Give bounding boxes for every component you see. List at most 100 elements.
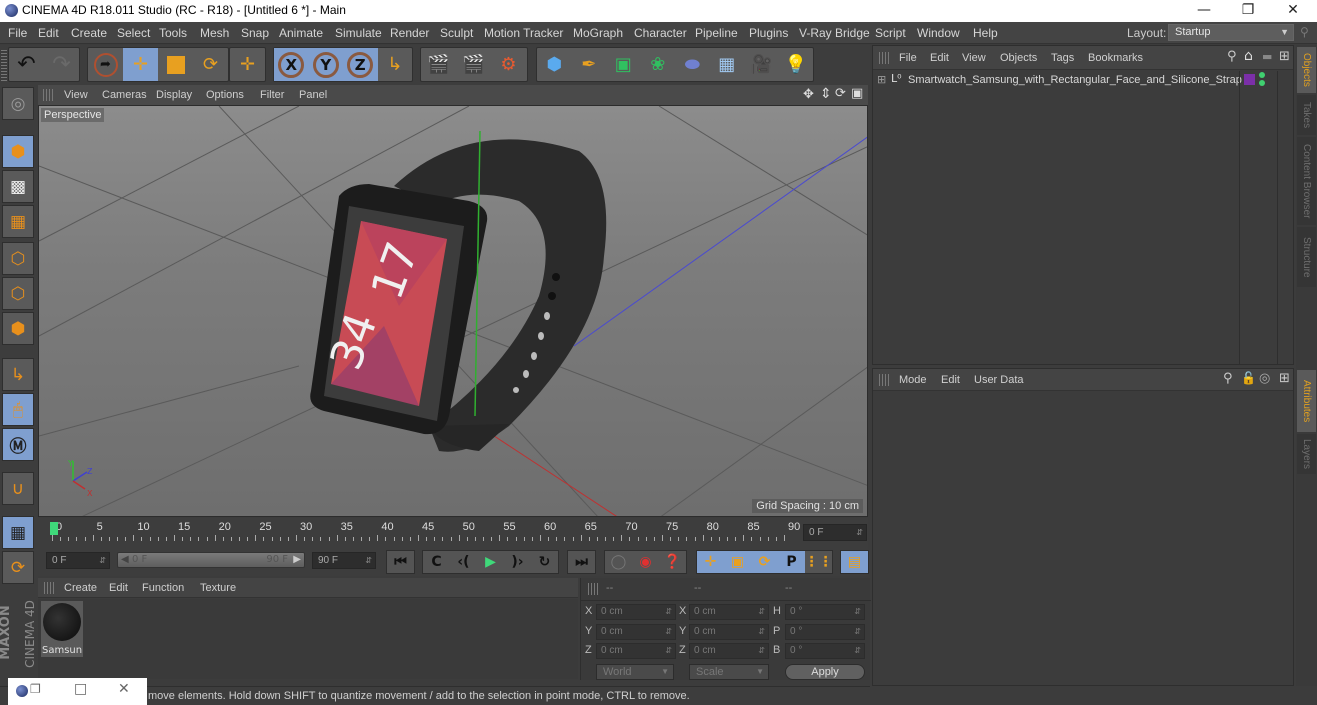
objects-menu-tags[interactable]: Tags: [1051, 52, 1074, 64]
record-scale-icon[interactable]: ▣: [724, 551, 751, 573]
close-button[interactable]: ✕: [1270, 0, 1316, 22]
camera-icon[interactable]: 🎥: [744, 48, 779, 81]
menu-snap[interactable]: Snap: [241, 26, 269, 40]
attributes-menu-mode[interactable]: Mode: [899, 374, 927, 386]
menu-mograph[interactable]: MoGraph: [573, 26, 623, 40]
workplane-mode-icon[interactable]: ▦: [2, 205, 34, 238]
coordinate-system-icon[interactable]: ↳: [378, 48, 413, 81]
spinner-icon[interactable]: ⇵: [99, 553, 106, 568]
menu-edit[interactable]: Edit: [38, 26, 59, 40]
material-menu-create[interactable]: Create: [64, 582, 97, 594]
menu-pipeline[interactable]: Pipeline: [695, 26, 738, 40]
minimize-button[interactable]: —: [1181, 0, 1227, 22]
rotation-p-field[interactable]: 0 ° ⇵: [785, 624, 865, 640]
axis-mode-icon[interactable]: ↳: [2, 358, 34, 391]
x-axis-lock-icon[interactable]: X: [274, 48, 309, 81]
coordinate-mode-select[interactable]: Scale ▼: [689, 664, 769, 680]
record-point-level-icon[interactable]: ⋮⋮: [805, 551, 833, 573]
pen-spline-icon[interactable]: ✒: [572, 48, 607, 81]
search-icon[interactable]: ⚲: [1300, 25, 1309, 39]
viewport-menu-display[interactable]: Display: [156, 89, 192, 101]
cube-icon[interactable]: ⬢: [537, 48, 572, 81]
viewport-menu-filter[interactable]: Filter: [260, 89, 284, 101]
polygons-mode-icon[interactable]: ⬢: [2, 312, 34, 345]
tab-structure[interactable]: Structure: [1297, 227, 1316, 287]
menu-select[interactable]: Select: [117, 26, 150, 40]
rotate-view-icon[interactable]: ⟳: [835, 86, 846, 101]
toggle-view-icon[interactable]: ▣: [851, 86, 863, 101]
layout-select[interactable]: Startup ▼: [1168, 24, 1294, 41]
size-y-field[interactable]: 0 cm ⇵: [689, 624, 769, 640]
next-key-icon[interactable]: ↻: [531, 551, 558, 573]
spinner-icon[interactable]: ⇵: [758, 605, 765, 619]
tab-content-browser[interactable]: Content Browser: [1297, 137, 1316, 225]
restore-button[interactable]: ❐: [1225, 0, 1271, 22]
previous-key-icon[interactable]: C: [423, 551, 450, 573]
light-icon[interactable]: 💡: [779, 48, 814, 81]
tab-layers[interactable]: Layers: [1297, 434, 1316, 474]
points-mode-icon[interactable]: ⬡: [2, 242, 34, 275]
recent-tool-icon[interactable]: ✛: [230, 48, 265, 81]
menu-script[interactable]: Script: [875, 26, 906, 40]
menu-tools[interactable]: Tools: [159, 26, 187, 40]
y-axis-lock-icon[interactable]: Y: [308, 48, 343, 81]
search-icon[interactable]: ⚲: [1223, 371, 1233, 386]
next-frame-icon[interactable]: )›: [504, 551, 531, 573]
current-frame-field[interactable]: 0 F ⇵: [803, 524, 867, 541]
redo-icon[interactable]: ↷: [44, 48, 79, 81]
menu-animate[interactable]: Animate: [279, 26, 323, 40]
play-icon[interactable]: ▶: [477, 551, 504, 573]
record-rotation-icon[interactable]: ⟳: [751, 551, 778, 573]
viewport-menu-cameras[interactable]: Cameras: [102, 89, 147, 101]
viewport-grip[interactable]: [43, 89, 55, 101]
home-icon[interactable]: ⌂: [1244, 48, 1253, 64]
camera-label[interactable]: Perspective: [41, 108, 105, 122]
expand-icon[interactable]: ⊞: [877, 73, 886, 86]
snap-icon[interactable]: ∪: [2, 472, 34, 505]
menu-vray-bridge[interactable]: V-Ray Bridge: [799, 26, 870, 40]
lock-icon[interactable]: 🔓: [1241, 371, 1256, 385]
spinner-icon[interactable]: ⇵: [856, 525, 863, 540]
new-panel-icon[interactable]: ⊞: [1279, 371, 1290, 386]
viewport-menu-panel[interactable]: Panel: [299, 89, 327, 101]
solo-mode-icon[interactable]: Ⓜ: [2, 428, 34, 461]
attributes-menu-user-data[interactable]: User Data: [974, 374, 1024, 386]
deformer-icon[interactable]: ⬬: [675, 48, 710, 81]
spinner-icon[interactable]: ⇵: [665, 644, 672, 658]
floor-icon[interactable]: ▦: [710, 48, 745, 81]
position-z-field[interactable]: 0 cm ⇵: [596, 643, 676, 659]
spinner-icon[interactable]: ⇵: [365, 553, 372, 568]
timeline-ruler[interactable]: 0 5 10 15 20 25 30 35 40 45 50 55 60 65 70 75 80 85 90 0 F…: [38, 518, 868, 548]
viewport-menu-view[interactable]: View: [64, 89, 88, 101]
objects-menu-file[interactable]: File: [899, 52, 917, 64]
timeline-window-icon[interactable]: ▤: [841, 551, 868, 573]
scale-icon[interactable]: [158, 48, 193, 81]
menu-plugins[interactable]: Plugins: [749, 26, 788, 40]
coordinates-grip[interactable]: [588, 583, 600, 595]
edges-mode-icon[interactable]: ⬡: [2, 277, 34, 310]
render-view-icon[interactable]: 🎬: [421, 48, 456, 81]
frame-range-slider[interactable]: ◀ 0 F 90 F ▶: [117, 552, 305, 568]
close-icon[interactable]: ✕: [118, 681, 130, 697]
move-icon[interactable]: ✛: [123, 48, 158, 81]
cloner-icon[interactable]: ❀: [641, 48, 676, 81]
collapse-icon[interactable]: ▬: [1262, 50, 1272, 63]
menu-create[interactable]: Create: [71, 26, 107, 40]
menu-file[interactable]: File: [8, 26, 27, 40]
tab-takes[interactable]: Takes: [1297, 95, 1316, 135]
live-selection-icon[interactable]: ➦: [88, 48, 123, 81]
spinner-icon[interactable]: ⇵: [665, 625, 672, 639]
spinner-icon[interactable]: ⇵: [854, 605, 861, 619]
tab-objects[interactable]: Objects: [1297, 47, 1316, 93]
previous-frame-icon[interactable]: ‹(: [450, 551, 477, 573]
menu-mesh[interactable]: Mesh: [200, 26, 229, 40]
toolbar-grip[interactable]: [1, 49, 7, 81]
make-editable-icon[interactable]: ◎: [2, 87, 34, 120]
search-icon[interactable]: ⚲: [1227, 49, 1237, 64]
objects-grip[interactable]: [879, 52, 891, 64]
menu-motion-tracker[interactable]: Motion Tracker: [484, 26, 563, 40]
menu-render[interactable]: Render: [390, 26, 429, 40]
objects-menu-edit[interactable]: Edit: [930, 52, 949, 64]
position-y-field[interactable]: 0 cm ⇵: [596, 624, 676, 640]
z-axis-lock-icon[interactable]: Z: [343, 48, 378, 81]
